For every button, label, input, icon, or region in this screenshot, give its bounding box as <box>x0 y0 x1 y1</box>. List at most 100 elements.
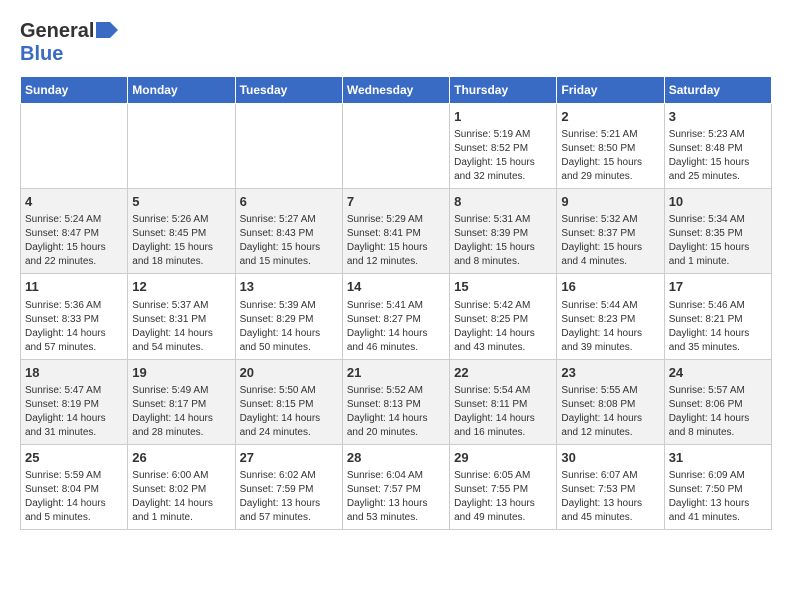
day-info: Sunrise: 5:39 AM Sunset: 8:29 PM Dayligh… <box>240 299 338 355</box>
day-number: 15 <box>454 278 552 296</box>
day-info: Sunrise: 5:32 AM Sunset: 8:37 PM Dayligh… <box>561 213 659 269</box>
calendar-cell: 31 Sunrise: 6:09 AM Sunset: 7:50 PM Dayli… <box>664 444 771 529</box>
calendar-cell <box>342 104 449 189</box>
col-header-tuesday: Tuesday <box>235 77 342 104</box>
calendar-cell: 13 Sunrise: 5:39 AM Sunset: 8:29 PM Dayli… <box>235 274 342 359</box>
calendar-cell: 7 Sunrise: 5:29 AM Sunset: 8:41 PM Daylig… <box>342 189 449 274</box>
day-info: Sunrise: 6:00 AM Sunset: 8:02 PM Dayligh… <box>132 469 230 525</box>
calendar-table: SundayMondayTuesdayWednesdayThursdayFrid… <box>20 76 772 530</box>
col-header-saturday: Saturday <box>664 77 771 104</box>
page-header: General Blue <box>20 20 772 66</box>
day-number: 26 <box>132 449 230 467</box>
day-info: Sunrise: 5:41 AM Sunset: 8:27 PM Dayligh… <box>347 299 445 355</box>
calendar-cell: 2 Sunrise: 5:21 AM Sunset: 8:50 PM Daylig… <box>557 104 664 189</box>
day-info: Sunrise: 6:07 AM Sunset: 7:53 PM Dayligh… <box>561 469 659 525</box>
day-number: 1 <box>454 108 552 126</box>
calendar-cell: 21 Sunrise: 5:52 AM Sunset: 8:13 PM Dayli… <box>342 359 449 444</box>
day-info: Sunrise: 5:49 AM Sunset: 8:17 PM Dayligh… <box>132 384 230 440</box>
day-number: 25 <box>25 449 123 467</box>
calendar-cell: 20 Sunrise: 5:50 AM Sunset: 8:15 PM Dayli… <box>235 359 342 444</box>
calendar-cell <box>128 104 235 189</box>
day-number: 10 <box>669 193 767 211</box>
calendar-cell: 11 Sunrise: 5:36 AM Sunset: 8:33 PM Dayli… <box>21 274 128 359</box>
day-info: Sunrise: 5:44 AM Sunset: 8:23 PM Dayligh… <box>561 299 659 355</box>
col-header-sunday: Sunday <box>21 77 128 104</box>
day-info: Sunrise: 5:36 AM Sunset: 8:33 PM Dayligh… <box>25 299 123 355</box>
day-number: 8 <box>454 193 552 211</box>
calendar-week-row: 1 Sunrise: 5:19 AM Sunset: 8:52 PM Daylig… <box>21 104 772 189</box>
day-number: 7 <box>347 193 445 211</box>
calendar-cell: 19 Sunrise: 5:49 AM Sunset: 8:17 PM Dayli… <box>128 359 235 444</box>
col-header-friday: Friday <box>557 77 664 104</box>
calendar-week-row: 25 Sunrise: 5:59 AM Sunset: 8:04 PM Dayli… <box>21 444 772 529</box>
day-number: 29 <box>454 449 552 467</box>
calendar-week-row: 18 Sunrise: 5:47 AM Sunset: 8:19 PM Dayli… <box>21 359 772 444</box>
day-number: 12 <box>132 278 230 296</box>
day-number: 21 <box>347 364 445 382</box>
day-info: Sunrise: 6:04 AM Sunset: 7:57 PM Dayligh… <box>347 469 445 525</box>
day-info: Sunrise: 5:23 AM Sunset: 8:48 PM Dayligh… <box>669 128 767 184</box>
calendar-cell: 17 Sunrise: 5:46 AM Sunset: 8:21 PM Dayli… <box>664 274 771 359</box>
day-info: Sunrise: 5:46 AM Sunset: 8:21 PM Dayligh… <box>669 299 767 355</box>
calendar-cell: 30 Sunrise: 6:07 AM Sunset: 7:53 PM Dayli… <box>557 444 664 529</box>
calendar-cell: 23Sunrise: 5:55 AM Sunset: 8:08 PM Dayli… <box>557 359 664 444</box>
calendar-cell: 27Sunrise: 6:02 AM Sunset: 7:59 PM Dayli… <box>235 444 342 529</box>
calendar-cell: 10Sunrise: 5:34 AM Sunset: 8:35 PM Dayli… <box>664 189 771 274</box>
calendar-cell: 24 Sunrise: 5:57 AM Sunset: 8:06 PM Dayli… <box>664 359 771 444</box>
day-number: 9 <box>561 193 659 211</box>
calendar-cell: 6Sunrise: 5:27 AM Sunset: 8:43 PM Daylig… <box>235 189 342 274</box>
day-info: Sunrise: 5:50 AM Sunset: 8:15 PM Dayligh… <box>240 384 338 440</box>
day-number: 2 <box>561 108 659 126</box>
day-info: Sunrise: 5:47 AM Sunset: 8:19 PM Dayligh… <box>25 384 123 440</box>
calendar-week-row: 4Sunrise: 5:24 AM Sunset: 8:47 PM Daylig… <box>21 189 772 274</box>
col-header-thursday: Thursday <box>450 77 557 104</box>
day-info: Sunrise: 5:27 AM Sunset: 8:43 PM Dayligh… <box>240 213 338 269</box>
calendar-cell: 9 Sunrise: 5:32 AM Sunset: 8:37 PM Daylig… <box>557 189 664 274</box>
day-info: Sunrise: 5:29 AM Sunset: 8:41 PM Dayligh… <box>347 213 445 269</box>
calendar-cell: 1 Sunrise: 5:19 AM Sunset: 8:52 PM Daylig… <box>450 104 557 189</box>
day-number: 5 <box>132 193 230 211</box>
day-info: Sunrise: 5:31 AM Sunset: 8:39 PM Dayligh… <box>454 213 552 269</box>
day-info: Sunrise: 6:09 AM Sunset: 7:50 PM Dayligh… <box>669 469 767 525</box>
day-number: 16 <box>561 278 659 296</box>
day-info: Sunrise: 5:57 AM Sunset: 8:06 PM Dayligh… <box>669 384 767 440</box>
calendar-cell: 29 Sunrise: 6:05 AM Sunset: 7:55 PM Dayli… <box>450 444 557 529</box>
logo-blue-text: Blue <box>20 43 63 66</box>
day-number: 24 <box>669 364 767 382</box>
day-info: Sunrise: 5:21 AM Sunset: 8:50 PM Dayligh… <box>561 128 659 184</box>
day-info: Sunrise: 5:42 AM Sunset: 8:25 PM Dayligh… <box>454 299 552 355</box>
calendar-cell: 4Sunrise: 5:24 AM Sunset: 8:47 PM Daylig… <box>21 189 128 274</box>
day-number: 18 <box>25 364 123 382</box>
day-number: 13 <box>240 278 338 296</box>
day-number: 22 <box>454 364 552 382</box>
day-info: Sunrise: 5:19 AM Sunset: 8:52 PM Dayligh… <box>454 128 552 184</box>
day-info: Sunrise: 6:05 AM Sunset: 7:55 PM Dayligh… <box>454 469 552 525</box>
calendar-cell: 18 Sunrise: 5:47 AM Sunset: 8:19 PM Dayli… <box>21 359 128 444</box>
calendar-cell: 16 Sunrise: 5:44 AM Sunset: 8:23 PM Dayli… <box>557 274 664 359</box>
day-info: Sunrise: 5:37 AM Sunset: 8:31 PM Dayligh… <box>132 299 230 355</box>
calendar-cell: 25 Sunrise: 5:59 AM Sunset: 8:04 PM Dayli… <box>21 444 128 529</box>
day-number: 20 <box>240 364 338 382</box>
day-number: 4 <box>25 193 123 211</box>
calendar-cell: 3 Sunrise: 5:23 AM Sunset: 8:48 PM Daylig… <box>664 104 771 189</box>
day-info: Sunrise: 5:59 AM Sunset: 8:04 PM Dayligh… <box>25 469 123 525</box>
day-number: 30 <box>561 449 659 467</box>
calendar-cell: 14 Sunrise: 5:41 AM Sunset: 8:27 PM Dayli… <box>342 274 449 359</box>
day-info: Sunrise: 5:26 AM Sunset: 8:45 PM Dayligh… <box>132 213 230 269</box>
calendar-cell <box>235 104 342 189</box>
calendar-header-row: SundayMondayTuesdayWednesdayThursdayFrid… <box>21 77 772 104</box>
calendar-cell <box>21 104 128 189</box>
calendar-cell: 12 Sunrise: 5:37 AM Sunset: 8:31 PM Dayli… <box>128 274 235 359</box>
calendar-cell: 5 Sunrise: 5:26 AM Sunset: 8:45 PM Daylig… <box>128 189 235 274</box>
day-number: 17 <box>669 278 767 296</box>
day-number: 3 <box>669 108 767 126</box>
logo-general-text: General <box>20 20 94 43</box>
day-info: Sunrise: 5:52 AM Sunset: 8:13 PM Dayligh… <box>347 384 445 440</box>
day-number: 19 <box>132 364 230 382</box>
day-number: 31 <box>669 449 767 467</box>
calendar-cell: 26 Sunrise: 6:00 AM Sunset: 8:02 PM Dayli… <box>128 444 235 529</box>
day-number: 11 <box>25 278 123 296</box>
day-number: 27 <box>240 449 338 467</box>
day-number: 14 <box>347 278 445 296</box>
day-info: Sunrise: 5:54 AM Sunset: 8:11 PM Dayligh… <box>454 384 552 440</box>
